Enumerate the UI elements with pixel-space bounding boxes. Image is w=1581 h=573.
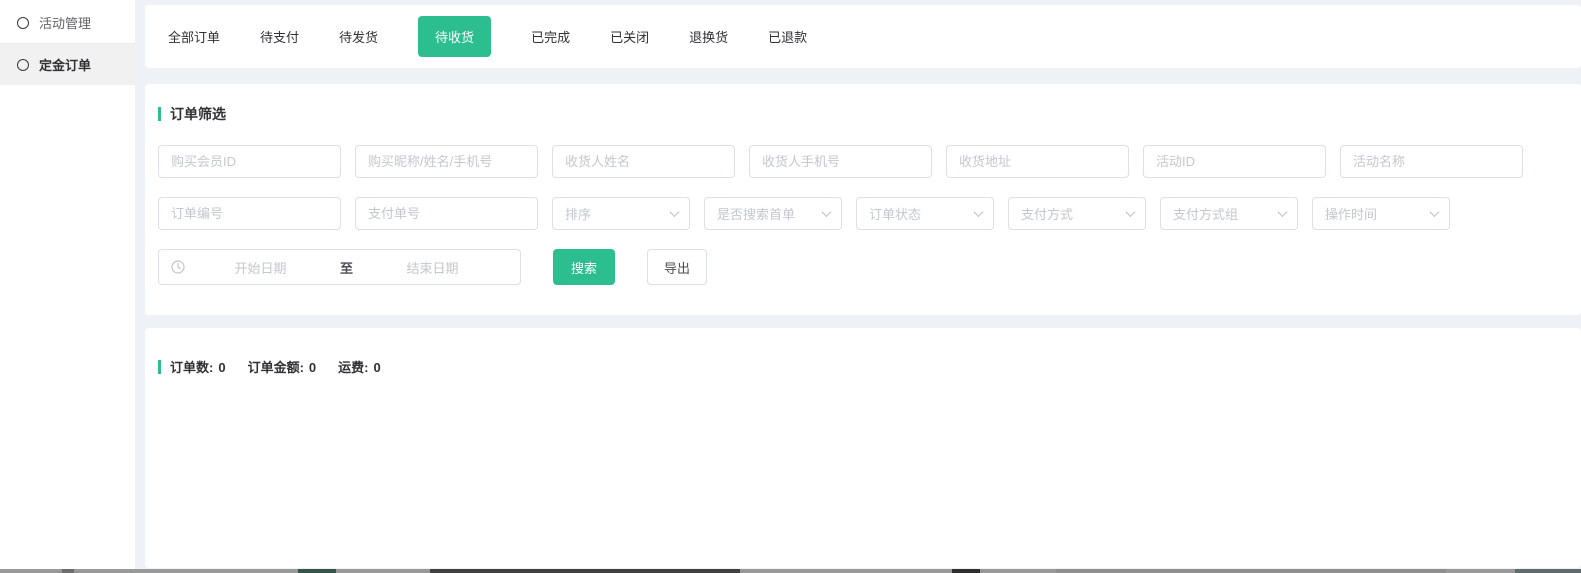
- circle-icon: [17, 59, 29, 71]
- order-amount-value: 0: [309, 360, 316, 375]
- screen-bottom-edge-artifact: [0, 569, 1581, 573]
- chevron-down-icon: [974, 207, 984, 217]
- tab-completed[interactable]: 已完成: [531, 27, 570, 46]
- tab-refunded[interactable]: 已退款: [768, 27, 807, 46]
- select-placeholder: 排序: [565, 204, 591, 223]
- payment-method-group-select[interactable]: 支付方式组: [1160, 197, 1298, 230]
- order-amount-stat: 订单金额: 0: [248, 357, 317, 376]
- tab-closed[interactable]: 已关闭: [610, 27, 649, 46]
- recipient-phone-input[interactable]: [749, 145, 932, 178]
- delivery-address-input[interactable]: [946, 145, 1129, 178]
- select-placeholder: 是否搜索首单: [717, 204, 795, 223]
- chevron-down-icon: [670, 207, 680, 217]
- first-order-search-select[interactable]: 是否搜索首单: [704, 197, 842, 230]
- order-stats-panel: 订单数: 0 订单金额: 0 运费: 0: [145, 328, 1581, 568]
- select-placeholder: 订单状态: [869, 204, 921, 223]
- main-content: 全部订单 待支付 待发货 待收货 已完成 已关闭 退换货 已退款 订单筛选: [145, 0, 1581, 568]
- sidebar-item-label: 活动管理: [39, 13, 91, 32]
- order-amount-label: 订单金额:: [248, 360, 304, 375]
- end-date-input[interactable]: 结束日期: [357, 258, 508, 277]
- shipping-fee-stat: 运费: 0: [338, 357, 381, 376]
- chevron-down-icon: [1430, 207, 1440, 217]
- filter-title-text: 订单筛选: [170, 104, 226, 124]
- date-range-separator: 至: [336, 258, 357, 277]
- edge-segment: [952, 569, 980, 573]
- activity-name-input[interactable]: [1340, 145, 1523, 178]
- filter-row-1: [158, 145, 1561, 178]
- buyer-member-id-input[interactable]: [158, 145, 341, 178]
- operation-time-select[interactable]: 操作时间: [1312, 197, 1450, 230]
- filter-row-2: 排序 是否搜索首单 订单状态 支付方式 支付方式组 操作时间: [158, 197, 1561, 230]
- date-range-picker[interactable]: 开始日期 至 结束日期: [158, 249, 521, 285]
- filter-row-3: 开始日期 至 结束日期 搜索 导出: [158, 249, 1561, 285]
- shipping-fee-value: 0: [374, 360, 381, 375]
- tab-pending-receipt[interactable]: 待收货: [418, 16, 491, 57]
- select-placeholder: 支付方式: [1021, 204, 1073, 223]
- edge-segment: [62, 569, 74, 573]
- recipient-name-input[interactable]: [552, 145, 735, 178]
- clock-icon: [171, 260, 185, 274]
- order-count-stat: 订单数: 0: [170, 357, 226, 376]
- buyer-nickname-input[interactable]: [355, 145, 538, 178]
- edge-segment: [1056, 569, 1446, 573]
- filter-section-title: 订单筛选: [158, 104, 1561, 124]
- tab-pending-shipment[interactable]: 待发货: [339, 27, 378, 46]
- chevron-down-icon: [1126, 207, 1136, 217]
- order-status-tabs: 全部订单 待支付 待发货 待收货 已完成 已关闭 退换货 已退款: [145, 5, 1581, 68]
- title-accent-bar: [158, 360, 161, 374]
- shipping-fee-label: 运费:: [338, 360, 368, 375]
- tab-pending-payment[interactable]: 待支付: [260, 27, 299, 46]
- edge-segment: [430, 569, 740, 573]
- stats-summary-line: 订单数: 0 订单金额: 0 运费: 0: [158, 357, 1561, 376]
- payment-number-input[interactable]: [355, 197, 538, 230]
- start-date-input[interactable]: 开始日期: [185, 258, 336, 277]
- sidebar-item-activity-management[interactable]: 活动管理: [0, 2, 135, 43]
- tab-returns[interactable]: 退换货: [689, 27, 728, 46]
- payment-method-select[interactable]: 支付方式: [1008, 197, 1146, 230]
- sort-select[interactable]: 排序: [552, 197, 690, 230]
- order-count-label: 订单数:: [170, 360, 213, 375]
- order-status-select[interactable]: 订单状态: [856, 197, 994, 230]
- order-filter-panel: 订单筛选 排序 是否搜索首单 订单状态: [145, 84, 1581, 315]
- order-number-input[interactable]: [158, 197, 341, 230]
- sidebar-item-label: 定金订单: [39, 55, 91, 74]
- chevron-down-icon: [822, 207, 832, 217]
- select-placeholder: 操作时间: [1325, 204, 1377, 223]
- sidebar: 活动管理 定金订单: [0, 0, 135, 573]
- circle-icon: [17, 17, 29, 29]
- chevron-down-icon: [1278, 207, 1288, 217]
- edge-segment: [1515, 569, 1581, 573]
- title-accent-bar: [158, 107, 161, 121]
- edge-segment: [298, 569, 336, 573]
- tab-all-orders[interactable]: 全部订单: [168, 27, 220, 46]
- sidebar-item-deposit-orders[interactable]: 定金订单: [0, 44, 135, 85]
- select-placeholder: 支付方式组: [1173, 204, 1238, 223]
- activity-id-input[interactable]: [1143, 145, 1326, 178]
- order-count-value: 0: [218, 360, 225, 375]
- search-button[interactable]: 搜索: [553, 249, 615, 285]
- export-button[interactable]: 导出: [647, 249, 707, 285]
